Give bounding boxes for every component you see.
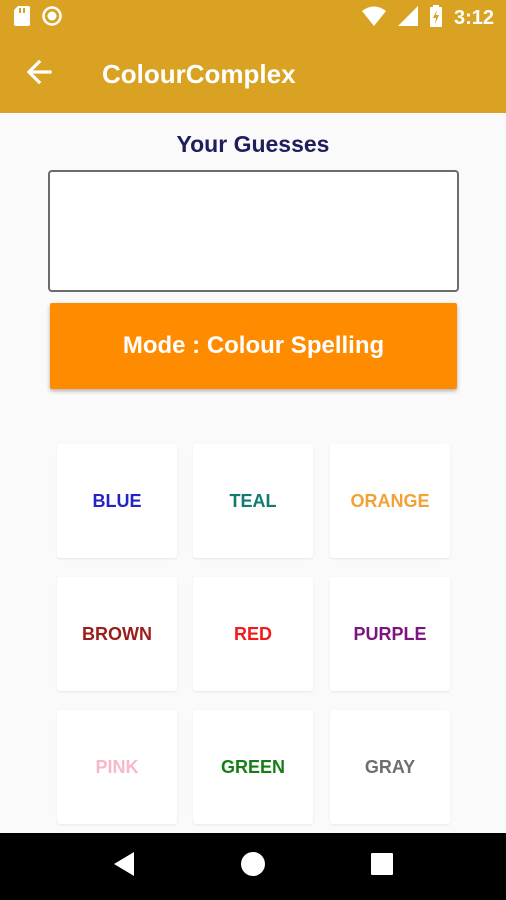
- status-bar: 3:12: [0, 0, 506, 36]
- app-title: ColourComplex: [102, 59, 296, 89]
- colour-tile-pink[interactable]: PINK: [57, 710, 177, 824]
- signal-icon: [397, 5, 418, 31]
- recents-square-icon: [370, 853, 393, 880]
- arrow-left-icon: [26, 59, 52, 90]
- colour-tile-green[interactable]: GREEN: [193, 710, 313, 824]
- status-right-icons: 3:12: [361, 4, 494, 32]
- back-button[interactable]: [0, 36, 78, 113]
- navigation-bar: [0, 833, 506, 900]
- colour-tile-red[interactable]: RED: [193, 577, 313, 691]
- record-icon: [42, 5, 62, 31]
- colour-tile-blue[interactable]: BLUE: [57, 444, 177, 558]
- app-bar: ColourComplex: [0, 36, 506, 113]
- colour-tile-purple[interactable]: PURPLE: [330, 577, 450, 691]
- home-circle-icon: [240, 851, 266, 882]
- back-triangle-icon: [113, 851, 135, 882]
- nav-home-button[interactable]: [223, 837, 283, 897]
- main-content: Your Guesses Mode : Colour Spelling BLUE…: [0, 113, 506, 833]
- colour-tile-gray[interactable]: GRAY: [330, 710, 450, 824]
- status-left-icons: [14, 5, 62, 31]
- sd-card-icon: [14, 5, 30, 31]
- nav-back-button[interactable]: [94, 837, 154, 897]
- colour-tile-brown[interactable]: BROWN: [57, 577, 177, 691]
- status-time: 3:12: [453, 6, 494, 29]
- colour-tile-teal[interactable]: TEAL: [193, 444, 313, 558]
- nav-recents-button[interactable]: [352, 837, 412, 897]
- colour-tile-orange[interactable]: ORANGE: [330, 444, 450, 558]
- battery-charging-icon: [429, 4, 442, 32]
- wifi-icon: [361, 6, 386, 31]
- colour-grid: BLUE TEAL ORANGE BROWN RED PURPLE PINK G…: [0, 113, 506, 833]
